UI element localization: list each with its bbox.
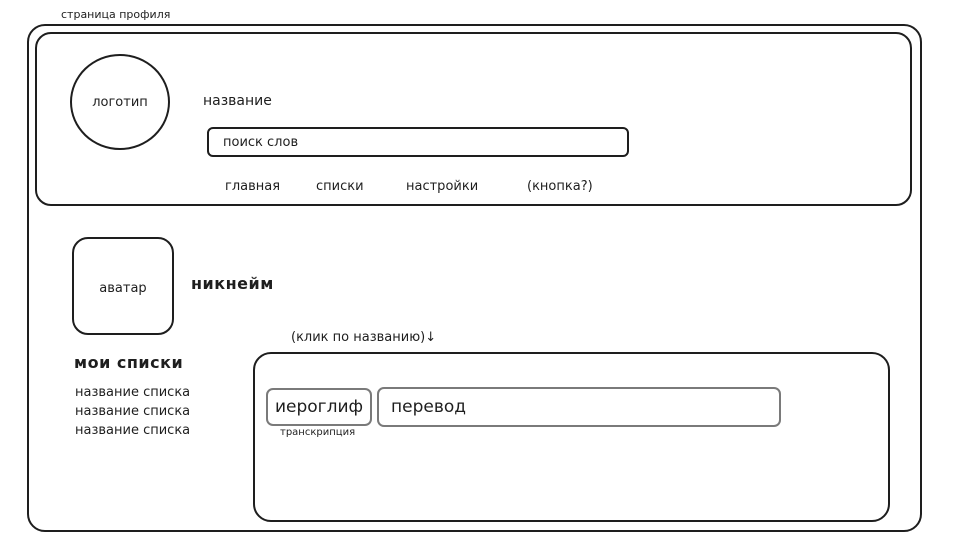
click-hint: (клик по названию)↓ (291, 330, 437, 345)
app-name: название (203, 93, 272, 109)
search-input-value: поиск слов (223, 134, 299, 150)
nav-item-home[interactable]: главная (225, 180, 280, 193)
nav-item-lists[interactable]: списки (316, 180, 364, 193)
list-item[interactable]: название списка (75, 424, 190, 437)
search-input[interactable]: поиск слов (207, 127, 629, 157)
lists-heading: мои списки (74, 353, 184, 372)
avatar-label: аватар (99, 280, 147, 296)
nav-item-button[interactable]: (кнопка?) (527, 180, 593, 193)
hieroglyph-card[interactable]: иероглиф (266, 388, 372, 426)
translation-text: перевод (391, 396, 466, 417)
hieroglyph-text: иероглиф (274, 396, 364, 417)
nav-item-settings[interactable]: настройки (406, 180, 478, 193)
page-title: страница профиля (61, 8, 171, 21)
list-item[interactable]: название списка (75, 386, 190, 399)
logo-label: логотип (92, 94, 148, 110)
translation-field[interactable]: перевод (377, 387, 781, 427)
logo[interactable]: логотип (70, 54, 170, 150)
avatar: аватар (72, 237, 174, 335)
transcription-label: транскрипция (280, 427, 356, 438)
nickname: никнейм (191, 274, 274, 293)
list-item[interactable]: название списка (75, 405, 190, 418)
